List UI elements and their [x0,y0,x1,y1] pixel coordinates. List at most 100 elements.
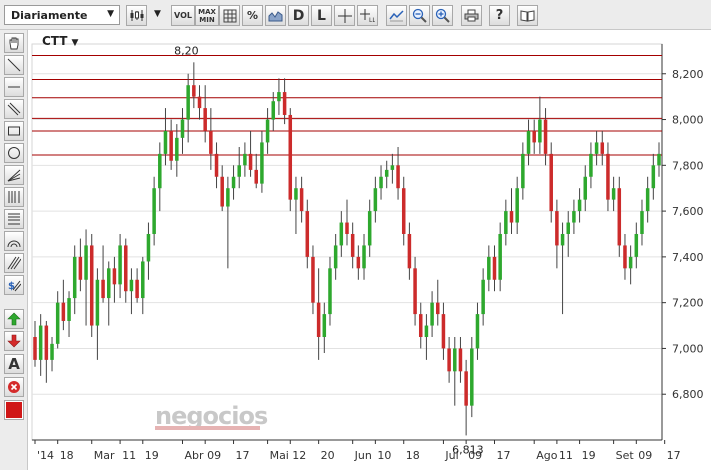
candle-body [543,119,548,154]
crosshair-button[interactable] [334,5,355,26]
candle-body [594,142,599,154]
zoom-out-button[interactable] [409,5,430,26]
d-button[interactable]: D [288,5,309,26]
candle-body [583,176,588,200]
y-tick-label: 7,800 [672,159,704,172]
candle-body [152,188,156,234]
candle-body [333,245,338,269]
y-tick-label: 7,400 [672,251,704,264]
candle-body [146,233,151,262]
print-button[interactable] [461,5,482,26]
y-tick-label: 8,000 [672,114,704,127]
candle-body [436,302,440,315]
book-button[interactable] [517,5,538,26]
candle-body [226,188,230,207]
candle-body [220,176,224,207]
candlestick-chart[interactable]: 8,200 8,000 7,800 7,600 7,400 7,200 7,000 6,800… [28,30,711,470]
x-tick-label: 17 [496,449,510,462]
text-tool-button[interactable]: A [4,354,24,374]
candle-body [180,119,185,138]
candle-body [248,153,253,170]
buy-arrow-button[interactable] [4,309,24,329]
candle-body [237,165,241,177]
period-select[interactable]: Diariamente ▼ [4,5,120,25]
candle-body [577,199,582,212]
x-tick-label: 17 [667,449,681,462]
candle-body [95,279,100,326]
candle-body [209,130,213,154]
horizontal-line-tool-button[interactable] [4,77,24,97]
help-label: ? [495,8,504,23]
rectangle-tool-button[interactable] [4,121,24,141]
percent-button[interactable]: % [242,5,263,26]
price-tool-button[interactable]: $ [4,275,24,295]
chart-area[interactable]: 8,200 8,000 7,800 7,600 7,400 7,200 7,000 6,800… [28,30,711,470]
candle-body [447,348,451,372]
top-toolbar: Diariamente ▼ ▼ VOL MAX MIN % D L LL ? [0,0,711,30]
candle-body [316,302,321,337]
l-button[interactable]: L [311,5,332,26]
vertical-lines-icon [7,190,21,204]
candle-body [186,85,190,120]
x-tick-label: '14 [37,449,54,462]
x-tick-label: Mar [94,449,115,462]
y-tick-label: 6,800 [672,388,704,401]
candle-body [549,153,553,212]
grid-button[interactable] [219,5,240,26]
candle-body [634,233,639,257]
candle-body [243,153,247,166]
volume-label: VOL [174,11,192,20]
candle-body [265,119,270,143]
min-label: MIN [199,15,215,24]
candle-body [367,211,372,246]
arc-tool-button[interactable] [4,231,24,251]
crosshair-value-button[interactable]: LL [357,5,378,26]
help-button[interactable]: ? [489,5,510,26]
d-label: D [292,7,305,24]
chevron-down-icon: ▼ [107,9,114,19]
x-tick-label: 19 [582,449,596,462]
chart-type-button[interactable] [126,5,147,26]
max-min-button[interactable]: MAX MIN [195,5,219,26]
trend-indicator-button[interactable] [386,5,407,26]
pan-tool-button[interactable] [4,33,24,53]
zoom-in-button[interactable] [432,5,453,26]
candle-body [651,165,656,189]
candle-body [628,256,633,269]
arrow-up-icon [7,312,21,326]
area-chart-button[interactable] [265,5,286,26]
l-label: L [317,7,326,24]
sell-arrow-button[interactable] [4,331,24,351]
zoom-out-icon [412,8,427,23]
period-select-label: Diariamente [11,9,88,22]
candle-body [288,114,293,200]
fibonacci-tool-button[interactable] [4,187,24,207]
candle-body [555,211,559,246]
ellipse-tool-button[interactable] [4,143,24,163]
y-tick-label: 8,200 [672,68,704,81]
candle-body [458,348,463,372]
volume-button[interactable]: VOL [171,5,195,26]
candle-body [424,325,429,337]
fan-tool-button[interactable] [4,165,24,185]
trendline-tool-button[interactable] [4,55,24,75]
candle-body [418,314,423,337]
candle-body [135,279,139,299]
x-tick-label: 11 [122,449,136,462]
retracement-tool-button[interactable] [4,209,24,229]
color-picker-button[interactable] [4,400,24,420]
candle-body [640,211,644,234]
ticker-selector[interactable]: CTT ▼ [42,34,78,48]
x-tick-label: 11 [559,449,573,462]
chart-type-dropdown-icon[interactable]: ▼ [154,9,161,19]
channel-tool-button[interactable] [4,99,24,119]
candle-body [373,188,378,212]
delete-tool-button[interactable] [4,377,24,397]
candle-body [277,92,281,102]
candle-body [158,153,162,189]
candle-body [78,256,83,280]
candle-body [611,188,616,200]
candle-body [106,268,111,299]
candle-body [141,261,145,299]
gann-tool-button[interactable] [4,253,24,273]
